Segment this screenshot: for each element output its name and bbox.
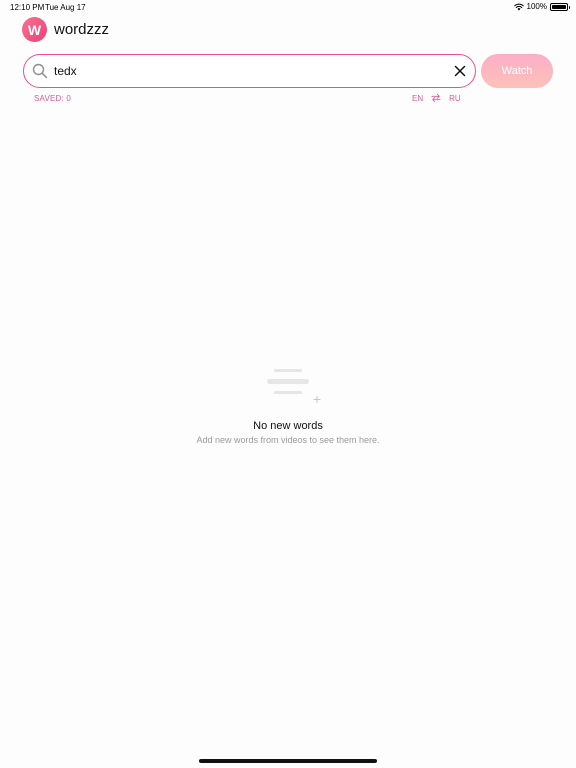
language-selector[interactable]: EN RU (412, 93, 461, 103)
add-list-icon (267, 369, 321, 403)
app-title: wordzzz (54, 21, 110, 38)
target-language[interactable]: RU (449, 94, 461, 103)
app-header: W wordzzz (22, 17, 109, 42)
search-icon (32, 63, 48, 79)
app-logo: W (22, 17, 47, 42)
status-time: 12:10 PM (10, 3, 45, 12)
wifi-icon (513, 3, 524, 10)
source-language[interactable]: EN (412, 94, 423, 103)
battery-percentage: 100% (526, 2, 547, 11)
search-input[interactable] (54, 55, 444, 86)
watch-button[interactable]: Watch (481, 54, 553, 88)
close-icon[interactable] (452, 63, 468, 79)
status-indicators: 100% (513, 2, 570, 11)
home-indicator[interactable] (199, 759, 377, 763)
swap-arrows-icon[interactable] (431, 93, 441, 103)
empty-state-title: No new words (253, 420, 323, 432)
saved-count: SAVED: 0 (34, 94, 72, 103)
search-box[interactable] (23, 54, 476, 88)
battery-icon (550, 2, 570, 11)
status-date: Tue Aug 17 (45, 3, 86, 12)
empty-state-subtitle: Add new words from videos to see them he… (196, 435, 380, 445)
status-bar: 12:10 PM Tue Aug 17 100% (0, 0, 576, 14)
